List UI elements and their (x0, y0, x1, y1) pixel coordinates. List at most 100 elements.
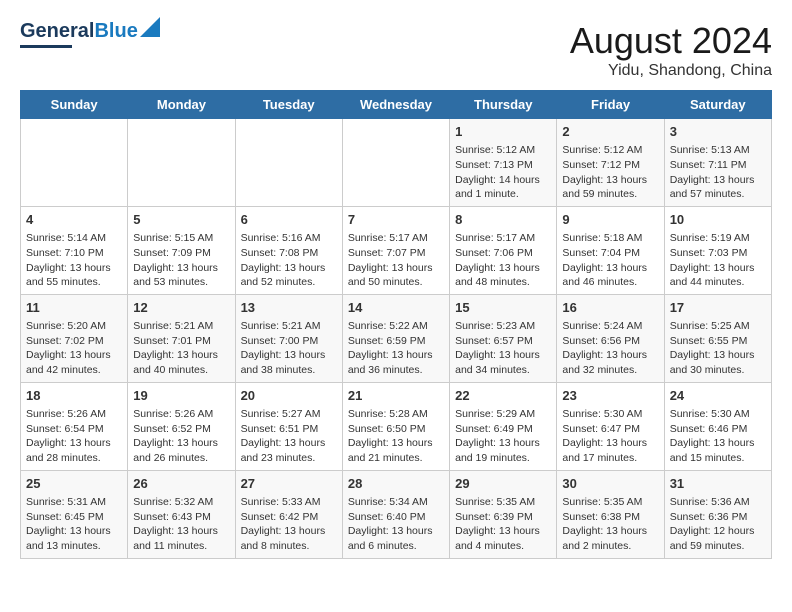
day-cell-20: 20Sunrise: 5:27 AMSunset: 6:51 PMDayligh… (235, 382, 342, 470)
day-info-line: Sunrise: 5:20 AM (26, 319, 122, 334)
title-block: August 2024 Yidu, Shandong, China (570, 20, 772, 80)
day-number: 14 (348, 299, 444, 317)
day-number: 11 (26, 299, 122, 317)
day-info-line: Sunset: 6:51 PM (241, 422, 337, 437)
day-info-line: Sunset: 6:57 PM (455, 334, 551, 349)
day-info-line: and 42 minutes. (26, 363, 122, 378)
day-info-line: Sunset: 7:12 PM (562, 158, 658, 173)
page-header: General Blue August 2024 Yidu, Shandong,… (20, 20, 772, 80)
week-row-5: 25Sunrise: 5:31 AMSunset: 6:45 PMDayligh… (21, 470, 772, 558)
week-row-2: 4Sunrise: 5:14 AMSunset: 7:10 PMDaylight… (21, 206, 772, 294)
logo-blue-text: Blue (94, 20, 137, 43)
day-info-line: Sunrise: 5:17 AM (348, 231, 444, 246)
day-info-line: Sunrise: 5:28 AM (348, 407, 444, 422)
day-info-line: and 55 minutes. (26, 275, 122, 290)
day-number: 31 (670, 475, 766, 493)
day-info-line: Sunset: 7:04 PM (562, 246, 658, 261)
day-info-line: and 32 minutes. (562, 363, 658, 378)
day-info-line: Sunset: 6:54 PM (26, 422, 122, 437)
day-cell-1: 1Sunrise: 5:12 AMSunset: 7:13 PMDaylight… (450, 119, 557, 207)
day-number: 6 (241, 211, 337, 229)
day-info-line: Sunset: 6:46 PM (670, 422, 766, 437)
day-info-line: and 46 minutes. (562, 275, 658, 290)
day-info-line: Sunset: 6:45 PM (26, 510, 122, 525)
day-info-line: Sunset: 7:03 PM (670, 246, 766, 261)
weekday-header-thursday: Thursday (450, 91, 557, 119)
day-info-line: Sunset: 6:47 PM (562, 422, 658, 437)
day-info-line: Sunset: 6:38 PM (562, 510, 658, 525)
day-info-line: and 15 minutes. (670, 451, 766, 466)
day-number: 4 (26, 211, 122, 229)
day-cell-9: 9Sunrise: 5:18 AMSunset: 7:04 PMDaylight… (557, 206, 664, 294)
day-cell-18: 18Sunrise: 5:26 AMSunset: 6:54 PMDayligh… (21, 382, 128, 470)
day-number: 1 (455, 123, 551, 141)
day-info-line: Daylight: 13 hours (562, 261, 658, 276)
empty-cell (128, 119, 235, 207)
day-number: 30 (562, 475, 658, 493)
day-number: 22 (455, 387, 551, 405)
day-info-line: Sunrise: 5:16 AM (241, 231, 337, 246)
day-info-line: Sunset: 6:50 PM (348, 422, 444, 437)
day-info-line: Sunrise: 5:31 AM (26, 495, 122, 510)
day-info-line: and 57 minutes. (670, 187, 766, 202)
day-info-line: Daylight: 13 hours (562, 436, 658, 451)
day-info-line: and 19 minutes. (455, 451, 551, 466)
day-info-line: Sunset: 6:49 PM (455, 422, 551, 437)
day-info-line: and 50 minutes. (348, 275, 444, 290)
day-info-line: Daylight: 13 hours (670, 173, 766, 188)
day-info-line: Sunrise: 5:14 AM (26, 231, 122, 246)
day-cell-11: 11Sunrise: 5:20 AMSunset: 7:02 PMDayligh… (21, 294, 128, 382)
day-info-line: Daylight: 13 hours (133, 436, 229, 451)
day-cell-30: 30Sunrise: 5:35 AMSunset: 6:38 PMDayligh… (557, 470, 664, 558)
day-info-line: Sunset: 6:55 PM (670, 334, 766, 349)
day-number: 23 (562, 387, 658, 405)
day-cell-26: 26Sunrise: 5:32 AMSunset: 6:43 PMDayligh… (128, 470, 235, 558)
weekday-header-row: SundayMondayTuesdayWednesdayThursdayFrid… (21, 91, 772, 119)
day-info-line: Sunrise: 5:30 AM (670, 407, 766, 422)
day-cell-23: 23Sunrise: 5:30 AMSunset: 6:47 PMDayligh… (557, 382, 664, 470)
day-info-line: Sunset: 7:01 PM (133, 334, 229, 349)
week-row-3: 11Sunrise: 5:20 AMSunset: 7:02 PMDayligh… (21, 294, 772, 382)
weekday-header-saturday: Saturday (664, 91, 771, 119)
day-info-line: Daylight: 13 hours (455, 436, 551, 451)
day-info-line: Sunrise: 5:23 AM (455, 319, 551, 334)
day-cell-15: 15Sunrise: 5:23 AMSunset: 6:57 PMDayligh… (450, 294, 557, 382)
day-info-line: Daylight: 13 hours (562, 173, 658, 188)
day-info-line: and 48 minutes. (455, 275, 551, 290)
day-info-line: Sunrise: 5:33 AM (241, 495, 337, 510)
day-info-line: Daylight: 13 hours (348, 348, 444, 363)
day-info-line: Sunrise: 5:27 AM (241, 407, 337, 422)
day-info-line: Sunrise: 5:19 AM (670, 231, 766, 246)
day-info-line: Sunset: 6:42 PM (241, 510, 337, 525)
day-info-line: and 21 minutes. (348, 451, 444, 466)
empty-cell (235, 119, 342, 207)
day-cell-21: 21Sunrise: 5:28 AMSunset: 6:50 PMDayligh… (342, 382, 449, 470)
day-info-line: Daylight: 12 hours (670, 524, 766, 539)
day-cell-28: 28Sunrise: 5:34 AMSunset: 6:40 PMDayligh… (342, 470, 449, 558)
day-info-line: Sunset: 7:08 PM (241, 246, 337, 261)
day-info-line: and 17 minutes. (562, 451, 658, 466)
day-info-line: Daylight: 13 hours (26, 524, 122, 539)
day-info-line: Daylight: 13 hours (241, 261, 337, 276)
day-info-line: and 38 minutes. (241, 363, 337, 378)
day-info-line: Sunrise: 5:26 AM (133, 407, 229, 422)
day-info-line: Sunrise: 5:29 AM (455, 407, 551, 422)
day-info-line: Sunrise: 5:15 AM (133, 231, 229, 246)
day-cell-19: 19Sunrise: 5:26 AMSunset: 6:52 PMDayligh… (128, 382, 235, 470)
logo-general-text: General (20, 20, 94, 43)
weekday-header-sunday: Sunday (21, 91, 128, 119)
day-number: 28 (348, 475, 444, 493)
day-cell-12: 12Sunrise: 5:21 AMSunset: 7:01 PMDayligh… (128, 294, 235, 382)
day-info-line: Daylight: 13 hours (133, 348, 229, 363)
day-info-line: Sunset: 7:06 PM (455, 246, 551, 261)
day-number: 7 (348, 211, 444, 229)
page-title: August 2024 (570, 20, 772, 62)
day-cell-8: 8Sunrise: 5:17 AMSunset: 7:06 PMDaylight… (450, 206, 557, 294)
day-info-line: Daylight: 14 hours (455, 173, 551, 188)
day-info-line: Daylight: 13 hours (455, 348, 551, 363)
day-info-line: and 44 minutes. (670, 275, 766, 290)
day-number: 20 (241, 387, 337, 405)
day-cell-5: 5Sunrise: 5:15 AMSunset: 7:09 PMDaylight… (128, 206, 235, 294)
day-cell-4: 4Sunrise: 5:14 AMSunset: 7:10 PMDaylight… (21, 206, 128, 294)
day-info-line: Sunrise: 5:13 AM (670, 143, 766, 158)
